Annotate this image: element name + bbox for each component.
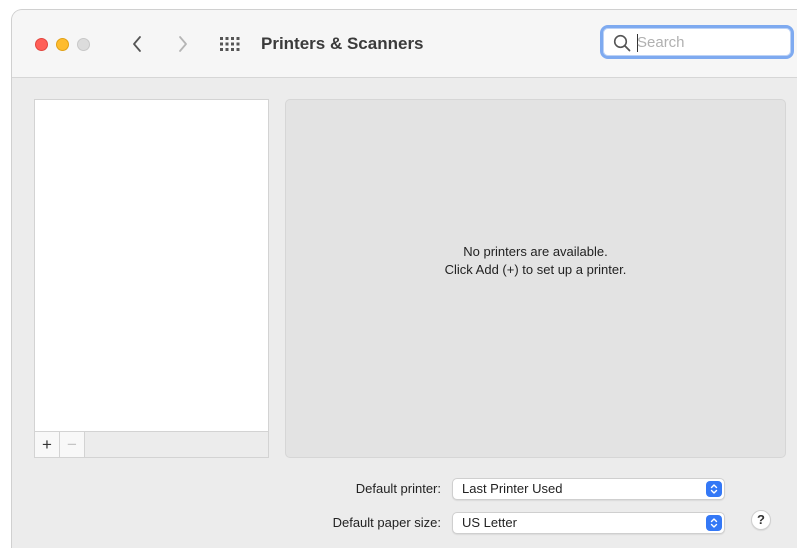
empty-state-line-1: No printers are available. [463,244,608,259]
title-bar: Printers & Scanners [12,10,797,78]
toolbar-spacer [85,432,268,457]
preferences-window: Printers & Scanners + − No printers are … [11,9,797,548]
search-icon [613,34,631,52]
chevron-left-icon [133,36,141,52]
close-window-button[interactable] [35,38,48,51]
default-printer-popup[interactable]: Last Printer Used [452,478,725,500]
show-all-grid-icon[interactable] [220,37,240,51]
paper-size-value: US Letter [462,515,517,530]
printer-list-toolbar: + − [34,431,269,458]
add-printer-button[interactable]: + [35,432,60,457]
help-button[interactable]: ? [751,510,771,530]
chevron-right-icon [179,36,187,52]
default-printer-value: Last Printer Used [462,481,563,496]
forward-button[interactable] [172,32,194,56]
minimize-window-button[interactable] [56,38,69,51]
search-input[interactable] [637,32,787,52]
popup-stepper-icon [706,515,722,531]
popup-stepper-icon [706,481,722,497]
back-button[interactable] [126,32,148,56]
zoom-window-button[interactable] [77,38,90,51]
printer-list[interactable] [34,99,269,458]
paper-size-popup[interactable]: US Letter [452,512,725,534]
empty-state-message: No printers are available. Click Add (+)… [286,243,785,279]
printer-details-panel: No printers are available. Click Add (+)… [285,99,786,458]
search-field[interactable] [600,25,794,59]
empty-state-line-2: Click Add (+) to set up a printer. [444,262,627,277]
window-title: Printers & Scanners [261,34,424,53]
default-printer-label: Default printer: [355,481,441,496]
paper-size-label: Default paper size: [332,515,441,530]
remove-printer-button[interactable]: − [60,432,85,457]
